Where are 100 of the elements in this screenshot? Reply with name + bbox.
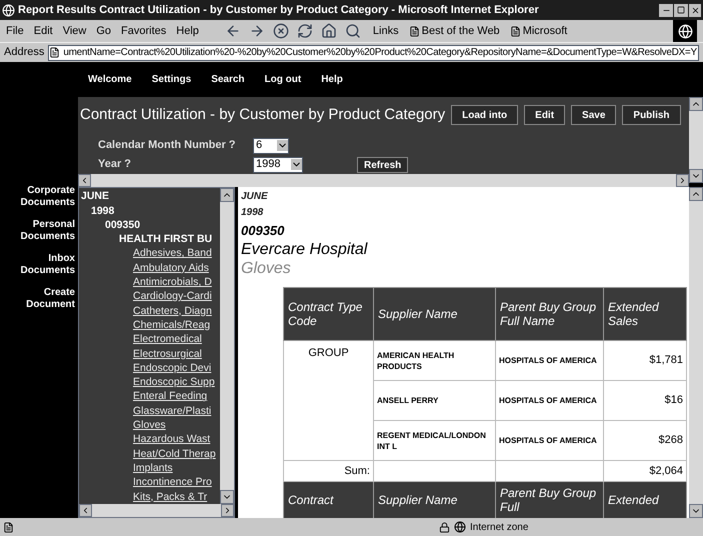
horizontal-scrollbar[interactable]: [79, 504, 234, 517]
tree-link[interactable]: Antimicrobials, D: [133, 275, 212, 291]
tree-link[interactable]: Glassware/Plasti: [133, 404, 212, 420]
tree-node[interactable]: HEALTH FIRST BU: [119, 232, 212, 248]
menu-item[interactable]: Edit: [34, 22, 53, 40]
nav-link[interactable]: Search: [211, 72, 245, 87]
maximize-icon[interactable]: [677, 6, 685, 14]
link-button[interactable]: Microsoft: [522, 22, 568, 40]
column-header: Parent Buy Group Full Name: [496, 288, 604, 340]
vertical-scrollbar[interactable]: [220, 188, 234, 504]
customer-id: 009350: [241, 222, 286, 240]
back-icon[interactable]: [224, 23, 241, 39]
vertical-scrollbar[interactable]: [689, 97, 703, 183]
year-heading: 1998: [241, 206, 264, 220]
search-icon[interactable]: [344, 23, 361, 39]
caret-icon: [291, 159, 302, 170]
toolbar-button[interactable]: Publish: [622, 105, 681, 126]
menu-item[interactable]: Favorites: [121, 22, 166, 40]
globe-icon: [454, 521, 466, 533]
address-field[interactable]: umentName=Contract%20Utilization%20-%20by%20Customer%20by%20Product%20Category&RepositoryName=&DocumentType=W&ResolveDX=Y: [48, 44, 699, 60]
month-heading: JUNE: [241, 190, 269, 204]
toolbar-button[interactable]: Load into: [451, 105, 518, 126]
menu-item[interactable]: Go: [96, 22, 112, 40]
menu-item[interactable]: View: [62, 22, 86, 40]
category-name: Gloves: [241, 259, 292, 278]
tree-link[interactable]: Heat/Cold Therap: [133, 446, 216, 462]
page-icon: [510, 26, 521, 36]
report-title: Contract Utilization - by Customer by Product Category: [80, 105, 446, 125]
sidebar-link[interactable]: Corporate Documents: [0, 185, 78, 209]
column-header: Supplier Name: [374, 482, 496, 518]
tree-link[interactable]: Electromedical: [133, 332, 202, 348]
table-cell: HOSPITALS OF AMERICA: [496, 340, 604, 380]
sidebar-link[interactable]: Create Document: [0, 287, 78, 311]
tree-link[interactable]: Incontinence Pro: [133, 475, 212, 491]
zone-label: Internet zone: [470, 520, 530, 534]
menu-item[interactable]: File: [6, 22, 24, 40]
column-header: Extended: [604, 482, 686, 518]
table-cell: AMERICAN HEALTH PRODUCTS: [374, 340, 496, 380]
prompt-label: Year ?: [98, 157, 132, 172]
tree-link[interactable]: Adhesives, Band: [133, 246, 212, 262]
column-header: Extended Sales: [604, 288, 686, 340]
vertical-scrollbar[interactable]: [689, 187, 703, 518]
tree-link[interactable]: Endoscopic Supp: [133, 375, 215, 391]
menu-item[interactable]: Help: [176, 22, 199, 40]
tree-node[interactable]: JUNE: [81, 189, 110, 206]
tree-node[interactable]: 1998: [91, 204, 114, 220]
horizontal-scrollbar[interactable]: [78, 174, 689, 186]
sidebar-link[interactable]: Personal Documents: [0, 219, 78, 243]
table-cell: GROUP: [284, 340, 374, 460]
tree-link[interactable]: Cardiology-Cardi: [133, 289, 212, 306]
stop-icon[interactable]: [272, 23, 289, 39]
page-icon: [3, 522, 14, 532]
refresh-icon[interactable]: [296, 23, 313, 39]
nav-link[interactable]: Log out: [264, 72, 302, 87]
prompt-select[interactable]: 6: [253, 138, 289, 154]
tree-link[interactable]: Chemicals/Reag: [133, 318, 210, 334]
table-cell: HOSPITALS OF AMERICA: [496, 420, 604, 460]
caret-icon: [277, 140, 288, 151]
tree-link[interactable]: Gloves: [133, 418, 166, 434]
tree-link[interactable]: Kits, Packs & Tr: [133, 490, 208, 504]
globe-icon: [2, 4, 15, 16]
customer-name: Evercare Hospital: [241, 240, 369, 259]
nav-link[interactable]: Welcome: [88, 72, 132, 87]
tree-link[interactable]: Enteral Feeding: [133, 389, 208, 406]
tree-link[interactable]: Endoscopic Devi: [133, 360, 212, 377]
prompt-select[interactable]: 1998: [253, 156, 303, 172]
table-cell: REGENT MEDICAL/LONDON INT L: [374, 420, 496, 460]
tree-link[interactable]: Hazardous Wast: [133, 432, 210, 448]
home-icon[interactable]: [320, 23, 337, 39]
window-title: Report Results Contract Utilization - by Customer by Product Category - Microsoft Internet Explorer: [18, 2, 539, 18]
nav-link[interactable]: Help: [321, 72, 343, 87]
toolbar-button[interactable]: Edit: [524, 105, 566, 126]
table-cell: HOSPITALS OF AMERICA: [496, 380, 604, 420]
column-header: Parent Buy Group Full: [496, 482, 604, 518]
links-label: Links: [372, 24, 399, 39]
globe-icon: [678, 24, 692, 38]
tree-link[interactable]: Ambulatory Aids: [133, 260, 209, 277]
refresh-button[interactable]: Refresh: [357, 156, 408, 172]
tree-link[interactable]: Implants: [133, 460, 173, 477]
column-header: Contract Type Code: [284, 288, 374, 340]
table-cell: $16: [604, 380, 686, 420]
table-cell: $1,781: [604, 340, 686, 380]
link-button[interactable]: Best of the Web: [422, 22, 500, 40]
forward-icon[interactable]: [248, 23, 265, 39]
page-icon: [408, 26, 420, 36]
tree-link[interactable]: Catheters, Diagn: [133, 304, 212, 320]
tree-node[interactable]: 009350: [105, 218, 140, 234]
sidebar-link[interactable]: Inbox Documents: [0, 253, 78, 277]
toolbar-button[interactable]: Save: [571, 105, 616, 126]
page-icon: [49, 47, 60, 58]
address-label: Address: [4, 45, 44, 60]
table-cell: $268: [604, 420, 686, 460]
nav-link[interactable]: Settings: [152, 72, 192, 87]
tree-link[interactable]: Electrosurgical: [133, 346, 202, 362]
lock-icon: [439, 522, 450, 532]
column-header: Contract: [284, 482, 374, 518]
close-icon[interactable]: [690, 6, 700, 14]
column-header: Supplier Name: [374, 288, 496, 340]
table-cell: ANSELL PERRY: [374, 380, 496, 420]
prompt-label: Calendar Month Number ?: [98, 138, 237, 154]
